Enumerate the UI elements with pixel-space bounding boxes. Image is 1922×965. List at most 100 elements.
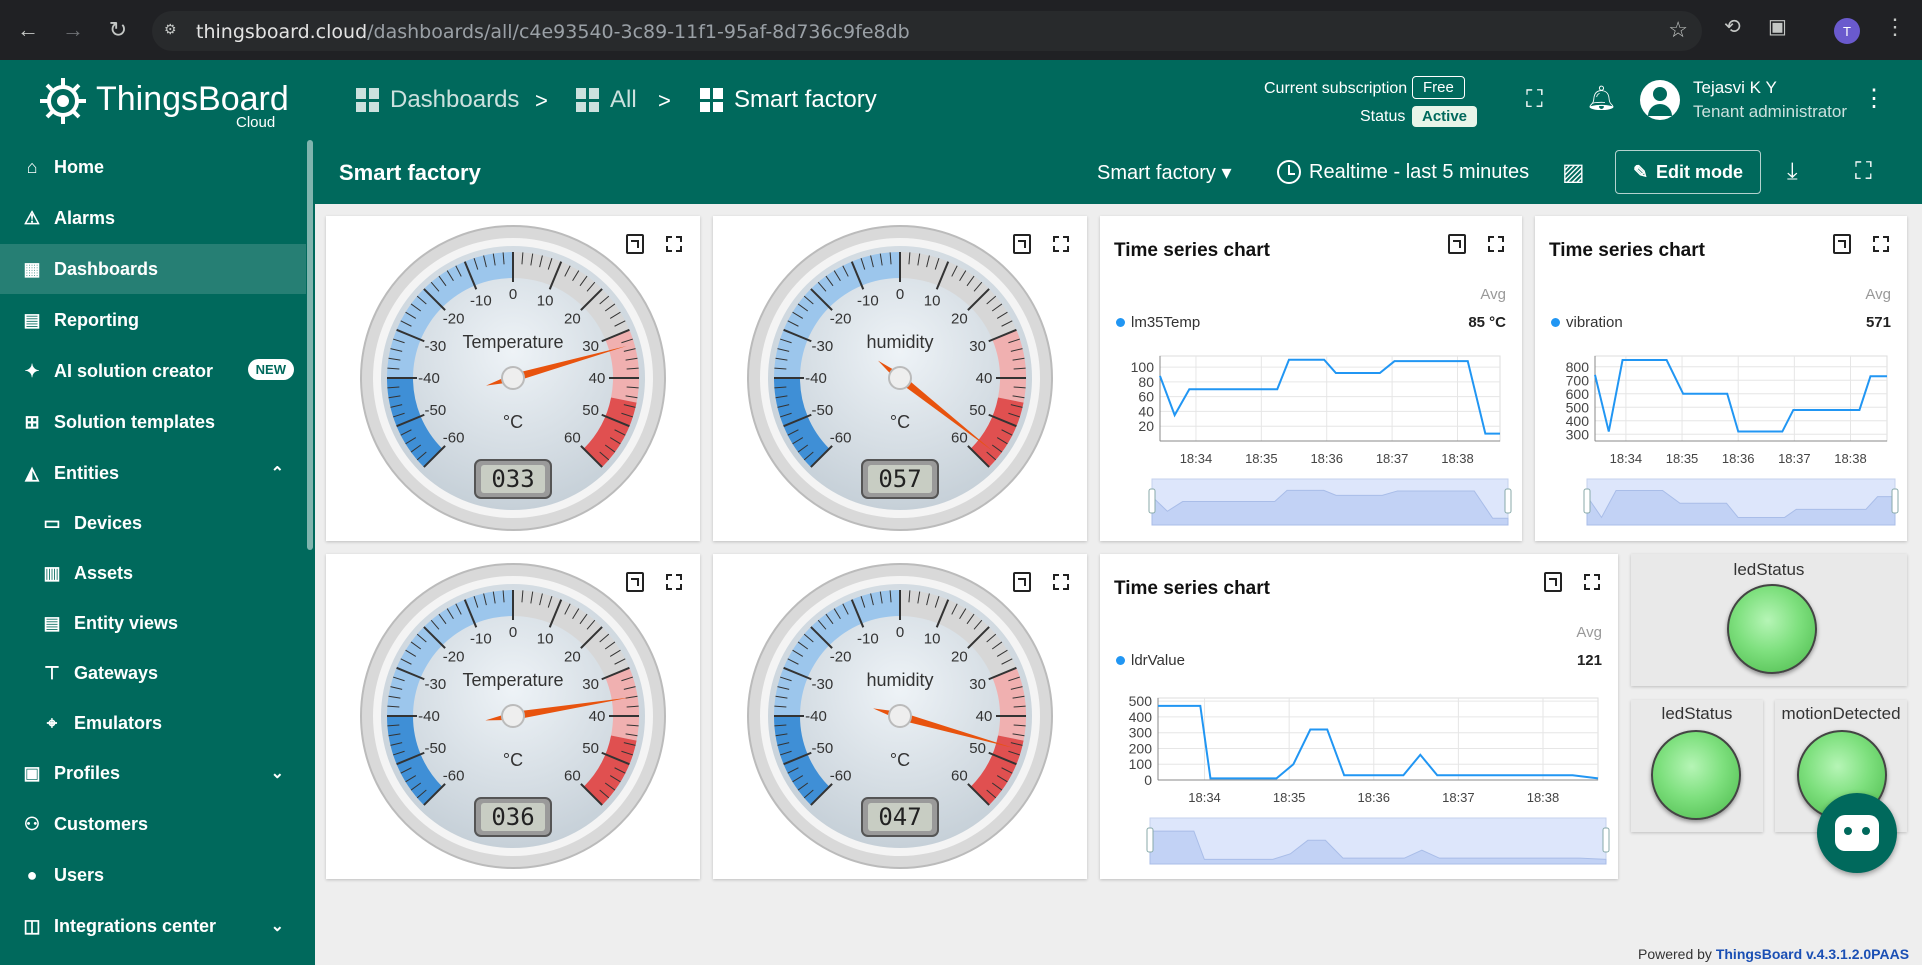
series-value: 85 °C (1468, 314, 1506, 331)
gauge-tick-label: -50 (425, 402, 447, 419)
export-icon[interactable] (1013, 234, 1031, 254)
gauge-widget: -60 -50 -40 -30 -20 -10 0 10 20 30 40 50 60 Temperatu… (326, 554, 700, 879)
gauge-tick-label: -30 (425, 338, 447, 355)
assets-icon: ▥ (43, 562, 61, 583)
series-value: 571 (1865, 314, 1891, 331)
sidebar-item-dashboards[interactable]: ▦ Dashboards (0, 244, 306, 294)
sidebar-item-alarms[interactable]: ⚠ Alarms (0, 193, 306, 243)
sidebar-item-solution-templates[interactable]: ⊞ Solution templates (0, 397, 306, 447)
fullscreen-icon[interactable] (1488, 236, 1504, 252)
dashboard-state-select[interactable]: Smart factory ▾ (1097, 160, 1232, 185)
x-tick-label: 18:34 (1610, 451, 1643, 466)
ai-assistant-button[interactable] (1817, 793, 1897, 873)
gauge-unit: °C (890, 750, 910, 770)
sidebar-item-entities[interactable]: ◭ Entities ⌃ (0, 448, 306, 498)
integrations-icon: ◫ (23, 915, 41, 936)
forward-icon[interactable]: → (57, 14, 89, 46)
gauge-tick-label: 30 (582, 338, 599, 355)
notifications-bell-icon[interactable]: 🔔︎ (1586, 84, 1616, 113)
time-series-widget: 0 100 200 300 400 500 18:34 18:35 18:36 18:37 18:3… (1100, 554, 1618, 879)
gauge-tick-label: 30 (969, 338, 986, 355)
breadcrumb-all[interactable]: All (576, 86, 637, 114)
export-icon[interactable] (1013, 572, 1031, 592)
timewindow-selector[interactable]: Realtime - last 5 minutes (1277, 160, 1529, 184)
y-tick-label: 0 (1144, 772, 1152, 788)
sidebar-item-assets[interactable]: ▥ Assets (0, 548, 306, 598)
fullscreen-icon[interactable] (1053, 574, 1069, 590)
x-tick-label: 18:37 (1778, 451, 1811, 466)
gauge-tick-label: 50 (969, 740, 986, 757)
legend-item[interactable]: vibration (1551, 314, 1623, 331)
sidebar-item-customers[interactable]: ⚇ Customers (0, 799, 306, 849)
dashboard-toolbar: Smart factory Smart factory ▾ Realtime -… (315, 140, 1922, 204)
download-icon[interactable]: ⤓ (1787, 158, 1798, 186)
version-link[interactable]: ThingsBoard v.4.3.1.2.0PAAS (1716, 946, 1909, 962)
export-icon[interactable] (626, 572, 644, 592)
subscription-label: Current subscription (1264, 80, 1408, 97)
gauge-dial: -60 -50 -40 -30 -20 -10 0 10 2030 40 5060 humidity °… (747, 563, 1053, 869)
history-icon[interactable]: ⟲ (1724, 14, 1741, 39)
fullscreen-icon[interactable] (666, 236, 682, 252)
fullscreen-icon[interactable] (1873, 236, 1889, 252)
bookmark-star-icon[interactable]: ☆ (1668, 17, 1688, 43)
gauge-tick-label: -20 (830, 311, 852, 328)
browser-profile-avatar[interactable]: T (1834, 18, 1860, 44)
browser-toolbar: ← → ↻ ⚙ thingsboard.cloud/dashboards/all… (0, 0, 1922, 60)
robot-eye (1862, 827, 1870, 835)
site-info-icon[interactable]: ⚙ (164, 21, 184, 41)
browser-menu-icon[interactable]: ⋮ (1884, 14, 1906, 40)
export-icon[interactable] (1544, 572, 1562, 592)
fullscreen-icon[interactable]: ⛶ (1855, 158, 1872, 186)
gauge-tick-label: -30 (812, 338, 834, 355)
sidebar-item-reporting[interactable]: ▤ Reporting (0, 295, 306, 345)
aggregate-label: Avg (1865, 286, 1891, 303)
export-icon[interactable] (1448, 234, 1466, 254)
export-icon[interactable] (626, 234, 644, 254)
gauge-dial: -60 -50 -40 -30 -20 -10 0 10 2030 40 5060 humidity °… (747, 225, 1053, 531)
reload-icon[interactable]: ↻ (102, 14, 134, 46)
sidebar-item-devices[interactable]: ▭ Devices (0, 498, 306, 548)
time-series-widget: 300 400 500 600 700 800 18:34 18:35 18:36 18:37 18… (1535, 216, 1907, 541)
sidebar-item-users[interactable]: ● Users (0, 850, 306, 900)
back-icon[interactable]: ← (12, 14, 44, 46)
legend-item[interactable]: lm35Temp (1116, 314, 1200, 331)
sidebar-item-profiles[interactable]: ▣ Profiles ⌄ (0, 748, 306, 798)
breadcrumb-dashboards[interactable]: Dashboards (356, 86, 519, 114)
sidebar-item-integrations-center[interactable]: ◫ Integrations center ⌄ (0, 901, 306, 951)
tab-search-icon[interactable]: ▣ (1768, 14, 1787, 39)
fullscreen-icon[interactable]: ⛶ (1526, 86, 1543, 114)
user-avatar[interactable] (1640, 80, 1680, 120)
sidebar: ⌂ Home ⚠ Alarms ▦ Dashboards ▤ Reporting ✦ AI… (0, 140, 315, 965)
data-zoom-handle (1583, 488, 1591, 514)
plot-area (1157, 697, 1599, 781)
time-series-widget: 20 40 60 80 100 18:34 18:35 18:36 18:37 18:38 Tim… (1100, 216, 1522, 541)
image-export-icon[interactable]: ▨ (1562, 158, 1585, 187)
x-tick-label: 18:35 (1245, 451, 1278, 466)
data-zoom-handle (1146, 827, 1154, 853)
y-tick-label: 80 (1138, 374, 1154, 390)
fullscreen-icon[interactable] (1053, 236, 1069, 252)
sidebar-scrollbar[interactable] (307, 140, 313, 550)
sidebar-item-entity-views[interactable]: ▤ Entity views (0, 598, 306, 648)
sidebar-item-home[interactable]: ⌂ Home (0, 142, 306, 192)
gauge-widget: -60 -50 -40 -30 -20 -10 0 10 20 30 40 50 60 Temperatu… (326, 216, 700, 541)
sidebar-item-gateways[interactable]: ⊤ Gateways (0, 648, 306, 698)
more-menu-icon[interactable]: ⋮ (1862, 84, 1886, 113)
export-icon[interactable] (1833, 234, 1851, 254)
gauge-tick-label: -10 (857, 630, 879, 647)
emulator-icon: ⌖ (46, 712, 58, 733)
sidebar-item-ai-solution-creator[interactable]: ✦ AI solution creator NEW (0, 346, 306, 396)
grid-icon: ⊞ (24, 411, 40, 432)
x-tick-label: 18:36 (1310, 451, 1343, 466)
edit-mode-button[interactable]: ✎ Edit mode (1615, 150, 1761, 194)
legend-item[interactable]: ldrValue (1116, 652, 1185, 669)
fullscreen-icon[interactable] (666, 574, 682, 590)
gauge-unit: °C (503, 412, 523, 432)
y-tick-label: 200 (1129, 740, 1153, 756)
x-tick-label: 18:34 (1180, 451, 1213, 466)
fullscreen-icon[interactable] (1584, 574, 1600, 590)
x-tick-label: 18:35 (1273, 790, 1306, 805)
sidebar-item-emulators[interactable]: ⌖ Emulators (0, 698, 306, 748)
address-bar[interactable]: ⚙ thingsboard.cloud/dashboards/all/c4e93… (152, 11, 1702, 51)
gauge-widget: -60 -50 -40 -30 -20 -10 0 10 20 30 40 50 60 humidity °… (713, 554, 1087, 879)
